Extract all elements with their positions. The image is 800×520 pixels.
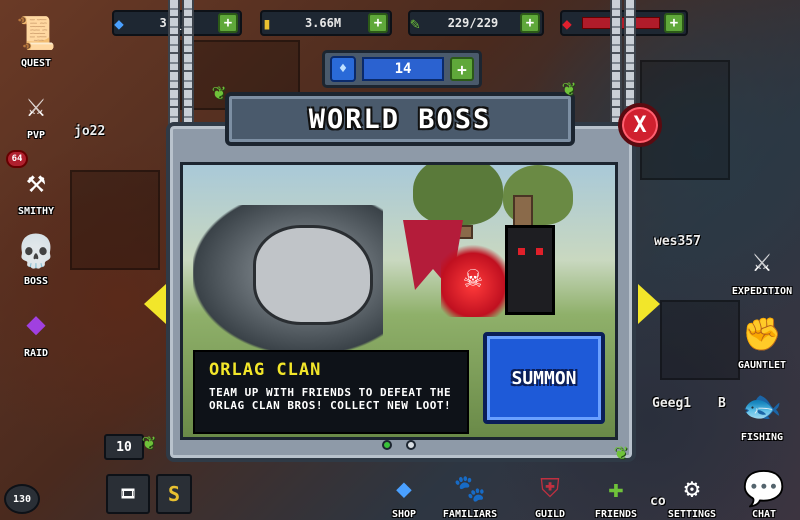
flame-icon: ♦	[330, 56, 356, 82]
add-gems-button[interactable]: +	[218, 13, 238, 33]
summon-button[interactable]: SUMMON	[483, 332, 605, 424]
add-gold-button[interactable]: +	[368, 13, 388, 33]
familiars-button[interactable]: 🐾 FAMILIARS	[438, 469, 502, 520]
add-energy-button[interactable]: +	[520, 13, 540, 33]
chain-decoration	[182, 0, 194, 130]
swords-icon: ⚔	[752, 241, 772, 279]
shop-label: SHOP	[391, 509, 417, 520]
gauntlet-label: GAUNTLET	[737, 360, 787, 371]
settings-label: SETTINGS	[667, 509, 717, 520]
player-level-badge: 130	[4, 484, 40, 514]
guild-label: GUILD	[534, 509, 566, 520]
raid-button[interactable]: ◆ RAID	[6, 298, 66, 359]
add-health-button[interactable]: +	[664, 13, 684, 33]
paw-icon: 🐾	[453, 474, 487, 504]
vine-decoration: ❦	[614, 440, 628, 465]
smithy-notification-badge: 64	[6, 150, 28, 168]
boss-label: BOSS	[23, 276, 49, 287]
pvp-button[interactable]: ⚔ PVP	[6, 80, 66, 141]
player-name: B	[718, 396, 726, 411]
summon-label: SUMMON	[511, 367, 577, 389]
expedition-button[interactable]: ⚔ EXPEDITION	[726, 234, 798, 297]
dark-knight-sprite	[505, 225, 555, 315]
eye-decoration	[536, 248, 543, 255]
gold-counter: ▮ 3.66M +	[260, 10, 392, 36]
vine-decoration: ❦	[142, 430, 156, 455]
scroll-icon: 📜	[16, 14, 56, 52]
gauntlet-button[interactable]: ✊ GAUNTLET	[726, 308, 798, 371]
player-name: jo22	[74, 124, 106, 139]
orlag-shield-sprite	[253, 225, 373, 325]
shield-icon: ⛨	[540, 473, 560, 504]
skull-icon: 💀	[16, 232, 56, 270]
player-name: wes357	[654, 234, 701, 249]
close-icon: X	[633, 112, 647, 138]
guild-button[interactable]: ⛨ GUILD	[518, 469, 582, 520]
shop-button[interactable]: ◆ SHOP	[372, 469, 436, 520]
gold-value: 3.66M	[304, 16, 342, 30]
s-icon[interactable]: S	[156, 474, 192, 514]
boss-name: ORLAG CLAN	[209, 360, 322, 380]
gauntlet-icon: ✊	[742, 315, 782, 353]
gear-icon: ⚙	[684, 474, 700, 504]
vine-decoration: ❦	[562, 76, 576, 101]
fish-icon: 🐟	[742, 387, 782, 425]
chat-button[interactable]: 💬 CHAT	[732, 469, 796, 520]
dialog-title-plate: WORLD BOSS	[225, 92, 575, 146]
page-dot-active[interactable]	[382, 440, 392, 450]
eye-decoration	[518, 248, 525, 255]
boss-description: TEAM UP WITH FRIENDS TO DEFEAT THE ORLAG…	[209, 386, 452, 412]
quest-label: QUEST	[20, 58, 52, 69]
vine-decoration: ❦	[212, 80, 226, 105]
friends-label: FRIENDS	[594, 509, 638, 520]
boss-button[interactable]: 💀 BOSS	[6, 226, 66, 287]
crystal-icon: ◆	[26, 304, 46, 342]
gem-icon: ◆	[396, 474, 412, 504]
gem-icon: ◆	[114, 13, 124, 33]
chain-decoration	[168, 0, 180, 130]
level-box: 10	[104, 434, 144, 460]
heart-icon: ◆	[562, 13, 572, 33]
red-skull-sprite: ☠	[441, 237, 505, 317]
raid-label: RAID	[23, 348, 49, 359]
fishing-button[interactable]: 🐟 FISHING	[726, 380, 798, 443]
close-button[interactable]: X	[618, 103, 662, 147]
coin-icon: ▮	[262, 13, 272, 33]
boss-info-panel: ORLAG CLAN TEAM UP WITH FRIENDS TO DEFEA…	[193, 350, 469, 434]
film-icon[interactable]: 🎞	[106, 474, 150, 514]
pvp-label: PVP	[26, 130, 46, 141]
map-tile	[70, 170, 160, 270]
settings-button[interactable]: ⚙ SETTINGS	[660, 469, 724, 520]
chain-decoration	[610, 0, 622, 130]
tree-decoration	[413, 165, 503, 225]
plus-icon: ✚	[608, 474, 624, 504]
energy-icon: ✎	[410, 13, 420, 33]
player-name: Geeg1	[652, 396, 692, 411]
boss-key-counter: ♦ 14 +	[322, 50, 482, 88]
page-dot[interactable]	[406, 440, 416, 450]
expedition-label: EXPEDITION	[731, 286, 793, 297]
quest-button[interactable]: 📜 QUEST	[6, 8, 66, 69]
energy-counter: ✎ 229/229 +	[408, 10, 544, 36]
chat-bubble-icon: 💬	[742, 469, 786, 509]
crossed-swords-icon: ⚔	[26, 86, 46, 124]
familiars-label: FAMILIARS	[442, 509, 498, 520]
smithy-label: SMITHY	[17, 206, 55, 217]
fishing-label: FISHING	[740, 432, 784, 443]
chat-label: CHAT	[751, 509, 777, 520]
friends-button[interactable]: ✚ FRIENDS	[584, 469, 648, 520]
next-boss-arrow[interactable]	[638, 284, 660, 324]
dialog-title: WORLD BOSS	[308, 103, 492, 135]
add-keys-button[interactable]: +	[450, 57, 474, 81]
boss-key-count: 14	[362, 57, 444, 81]
previous-boss-arrow[interactable]	[144, 284, 166, 324]
energy-value: 229/229	[447, 16, 499, 30]
